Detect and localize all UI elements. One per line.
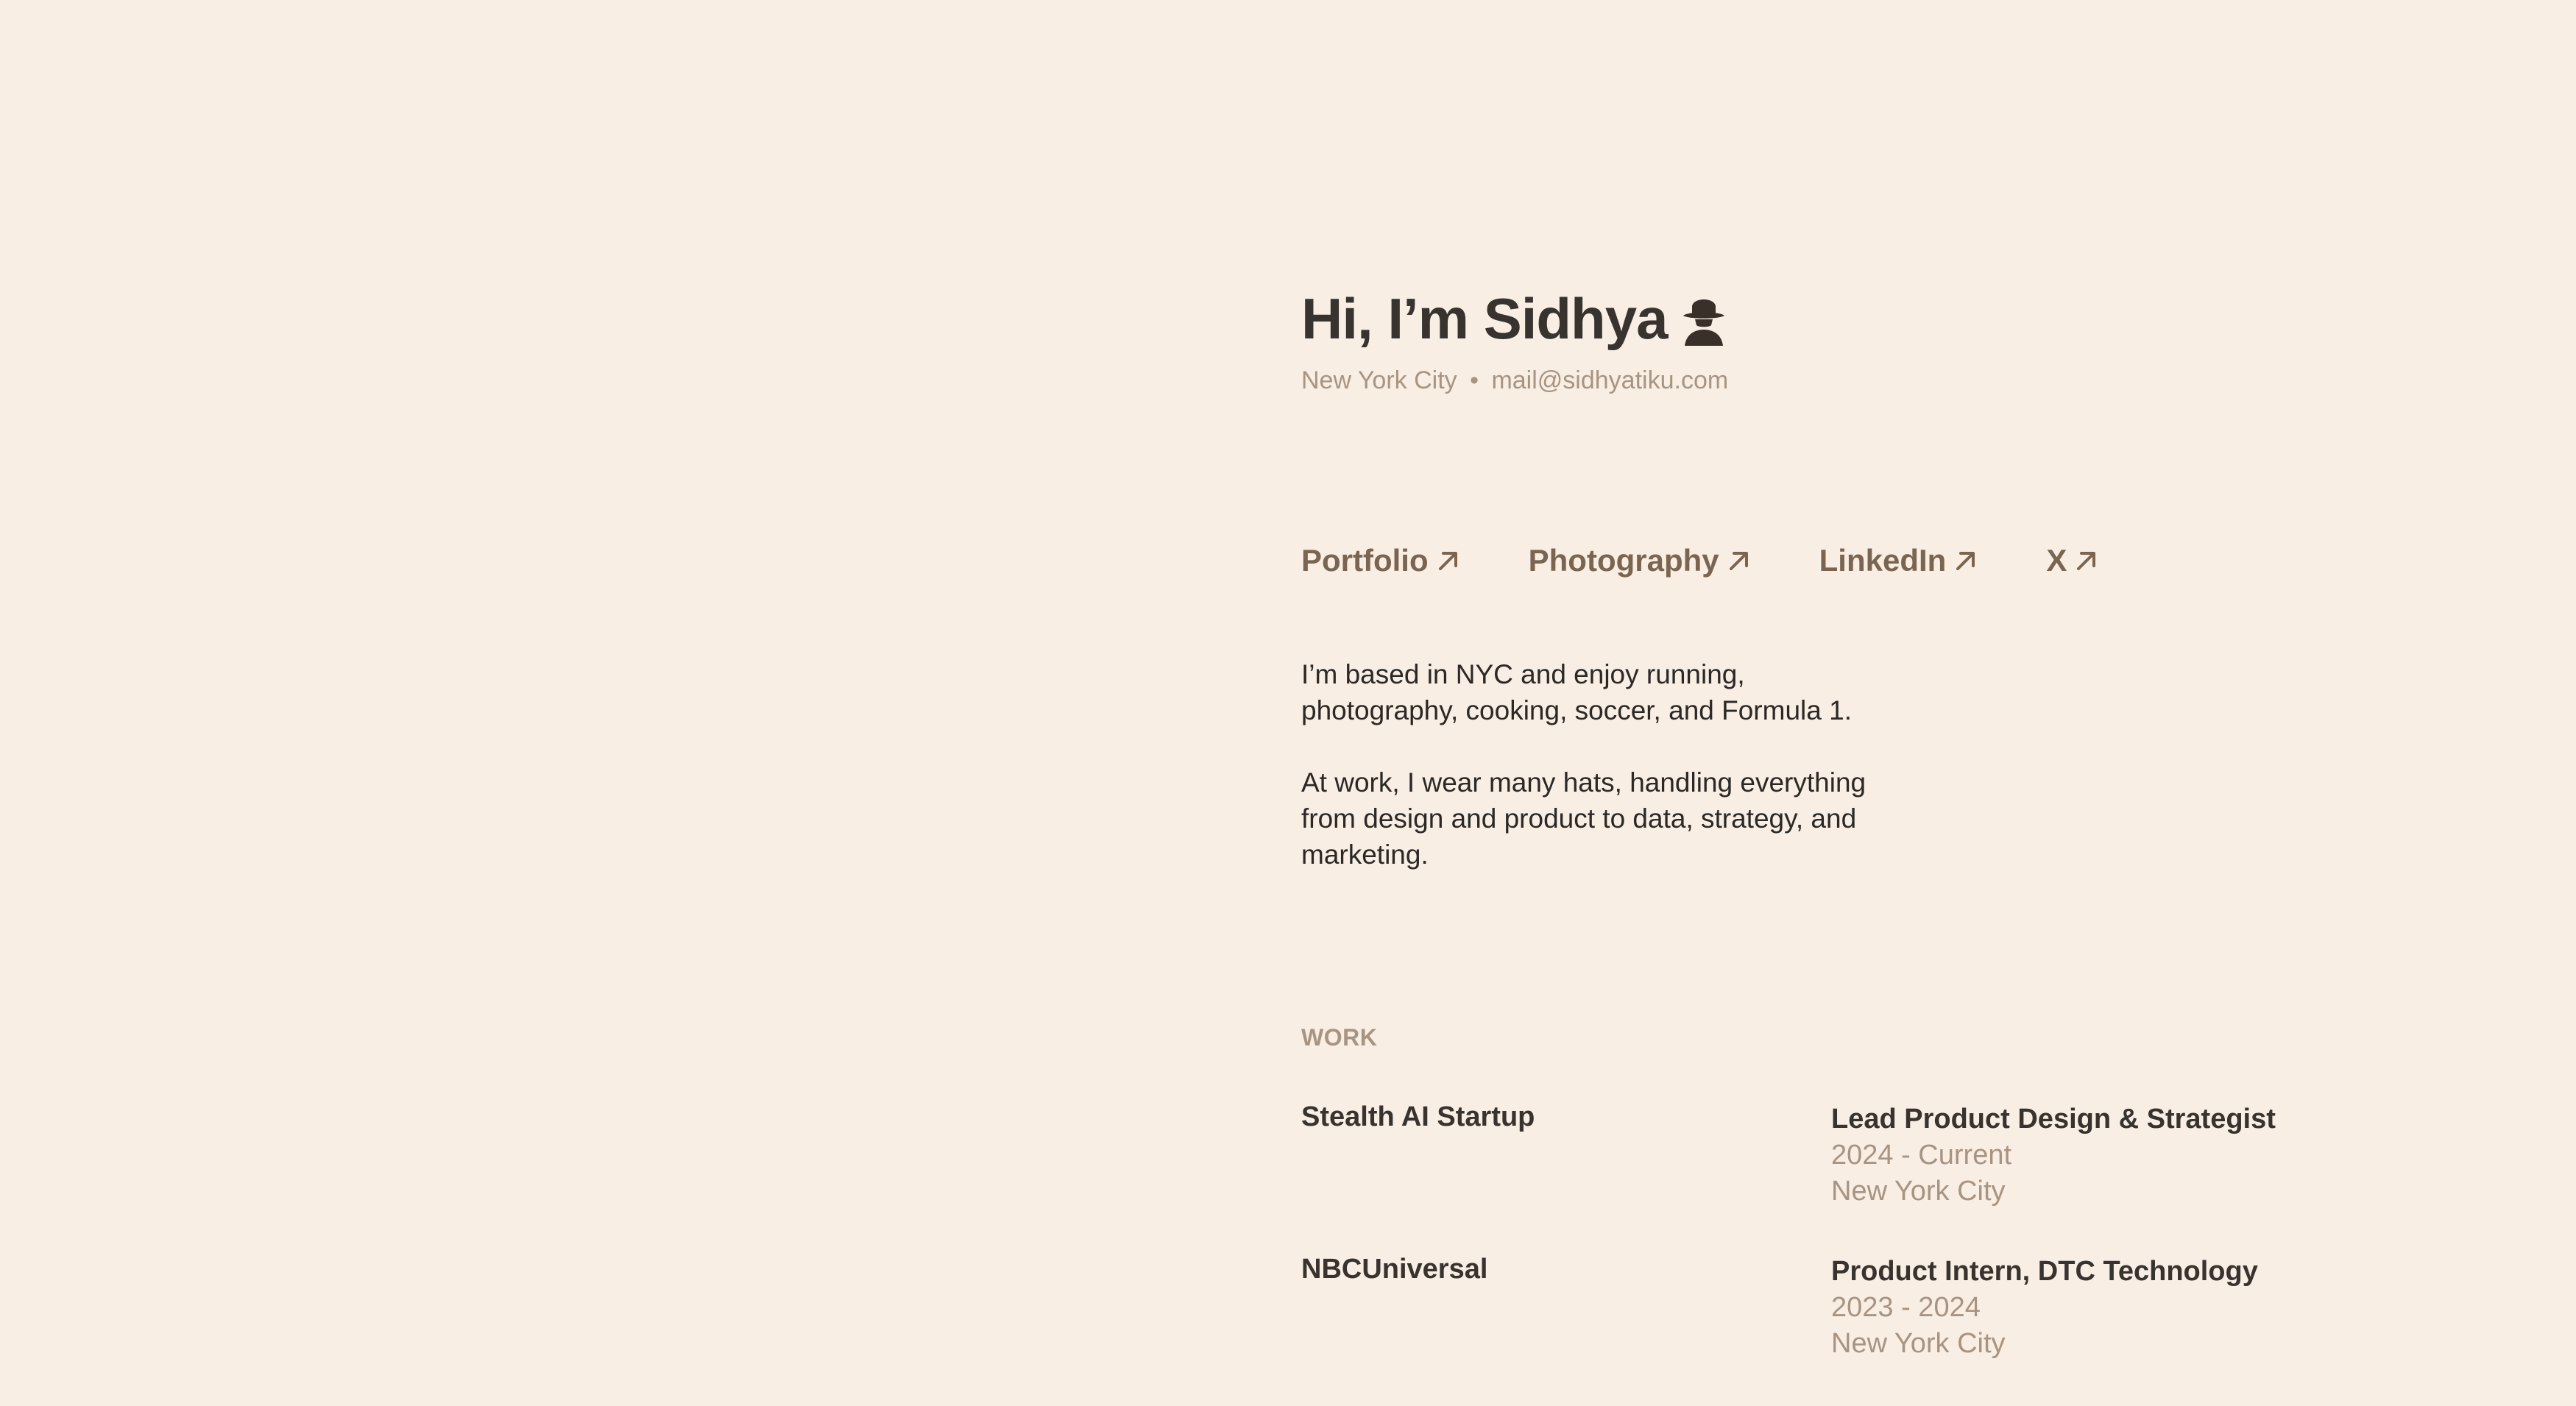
x-link[interactable]: X <box>2046 543 2099 578</box>
company-name: Stealth AI Startup <box>1301 1101 1535 1132</box>
work-list: Stealth AI Startup Lead Product Design &… <box>1301 1101 2332 1406</box>
contact-line: New York City • mail@sidhyatiku.com <box>1301 366 1728 395</box>
location-text: New York City <box>1301 366 1457 394</box>
portfolio-link[interactable]: Portfolio <box>1301 543 1461 578</box>
arrow-up-right-icon <box>1956 552 1975 570</box>
email-link[interactable]: mail@sidhyatiku.com <box>1491 366 1728 394</box>
spy-icon <box>1680 293 1727 346</box>
greeting-text: Hi, I’m Sidhya <box>1301 286 1668 351</box>
work-item: Stealth AI Startup Lead Product Design &… <box>1301 1101 2332 1254</box>
work-item: NBCUniversal Product Intern, DTC Technol… <box>1301 1254 2332 1406</box>
role-title: Product Intern, DTC Technology <box>1831 1256 2258 1287</box>
portfolio-link-label: Portfolio <box>1301 543 1429 578</box>
social-links: Portfolio Photography LinkedIn X <box>1301 543 2099 578</box>
photography-link-label: Photography <box>1528 543 1719 578</box>
role-dates: 2024 - Current <box>1831 1140 2012 1171</box>
bio-paragraph-hobbies: I’m based in NYC and enjoy running, phot… <box>1301 659 1852 725</box>
photography-link[interactable]: Photography <box>1529 543 1752 578</box>
role-dates: 2023 - 2024 <box>1831 1292 1981 1323</box>
bio: I’m based in NYC and enjoy running, phot… <box>1301 656 1905 909</box>
arrow-up-right-icon <box>1729 552 1748 570</box>
role-location: New York City <box>1831 1328 2006 1359</box>
role-details: Lead Product Design & Strategist 2024 - … <box>1831 1101 2276 1210</box>
page-title: Hi, I’m Sidhya <box>1301 285 1727 352</box>
role-title: Lead Product Design & Strategist <box>1831 1104 2276 1135</box>
linkedin-link[interactable]: LinkedIn <box>1819 543 1979 578</box>
linkedin-link-label: LinkedIn <box>1819 543 1947 578</box>
company-name: NBCUniversal <box>1301 1254 1488 1285</box>
role-location: New York City <box>1831 1176 2006 1207</box>
arrow-up-right-icon <box>2077 552 2096 570</box>
arrow-up-right-icon <box>1438 552 1457 570</box>
x-link-label: X <box>2046 543 2067 578</box>
role-details: Product Intern, DTC Technology 2023 - 20… <box>1831 1254 2258 1362</box>
bio-paragraph-work: At work, I wear many hats, handling ever… <box>1301 767 1866 870</box>
separator-dot: • <box>1470 366 1479 394</box>
work-section-heading: WORK <box>1301 1024 1378 1051</box>
